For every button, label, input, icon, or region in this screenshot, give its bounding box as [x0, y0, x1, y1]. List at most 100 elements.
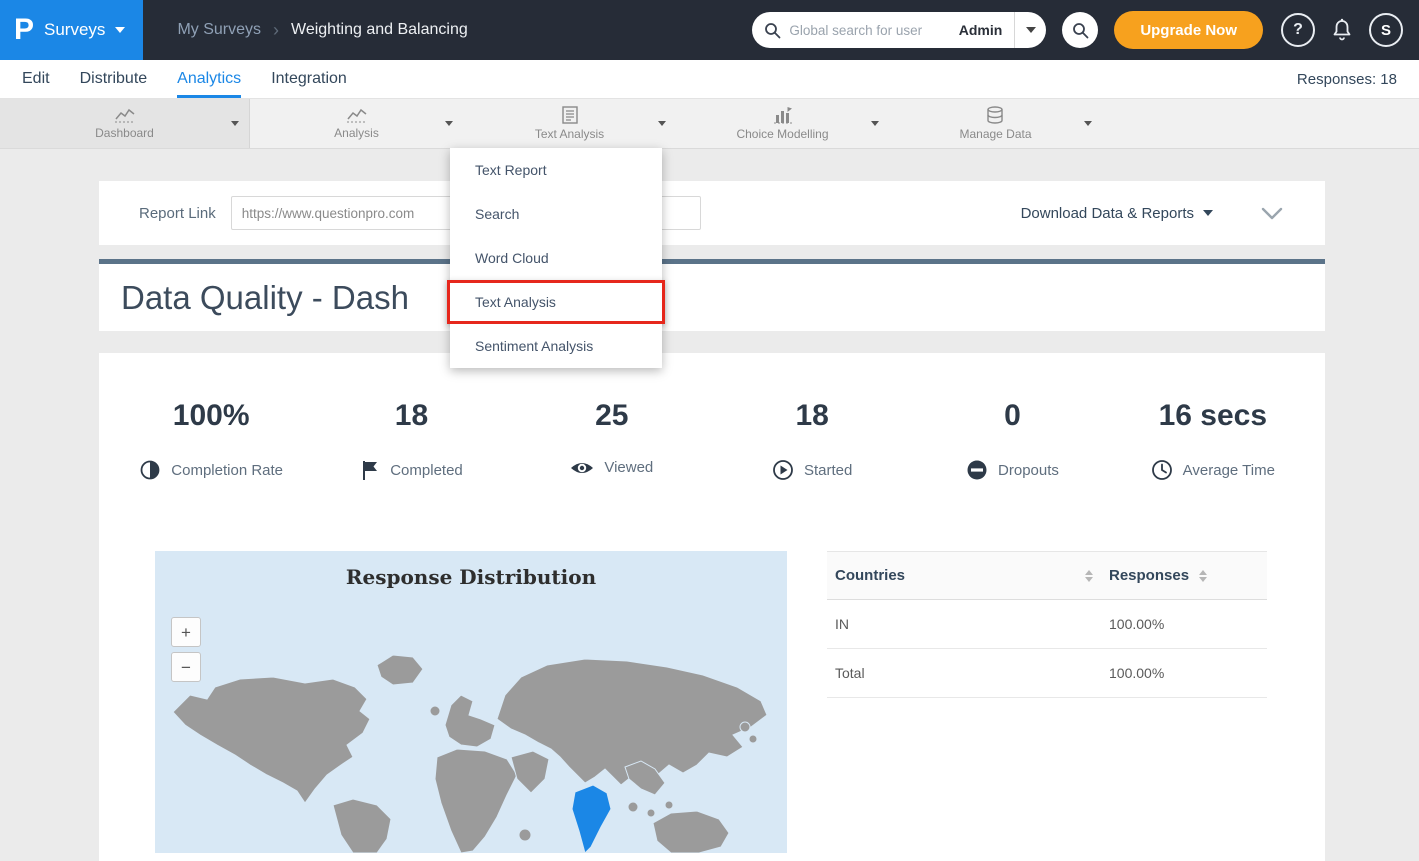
global-search-group: Admin — [752, 12, 1046, 48]
page-title-card: Data Quality - Dash — [99, 259, 1325, 331]
stat-average-time: 16 secs Average Time — [1113, 399, 1313, 481]
toolbar-item-label: Analysis — [334, 126, 379, 140]
toolbar-item-analysis[interactable]: Analysis — [250, 99, 463, 148]
menu-item-word-cloud[interactable]: Word Cloud — [450, 236, 662, 280]
search-submit-button[interactable] — [1062, 12, 1098, 48]
database-icon — [986, 106, 1004, 124]
toolbar-item-choice-modelling[interactable]: Choice Modelling — [676, 99, 889, 148]
toolbar-item-dashboard[interactable]: Dashboard — [0, 99, 250, 148]
surveys-product-menu[interactable]: P Surveys — [0, 0, 143, 60]
stat-label: Dropouts — [998, 462, 1059, 479]
chevron-down-icon[interactable] — [871, 121, 879, 126]
zoom-in-button[interactable]: + — [171, 617, 201, 647]
toolbar-item-label: Dashboard — [95, 126, 154, 140]
country-cell: Total — [835, 665, 1109, 681]
analytics-toolbar: Dashboard Analysis Text Analysis Choice … — [0, 99, 1419, 149]
breadcrumb: My Surveys › Weighting and Balancing — [177, 20, 467, 41]
clock-icon — [1151, 459, 1173, 481]
flag-icon — [360, 459, 380, 481]
toolbar-item-label: Manage Data — [959, 127, 1031, 141]
stat-completed: 18 Completed — [311, 399, 511, 481]
main-content: Report Link Download Data & Reports Data… — [99, 181, 1325, 861]
toolbar-item-text-analysis[interactable]: Text Analysis — [463, 99, 676, 148]
tab-edit[interactable]: Edit — [22, 60, 50, 98]
download-data-reports-button[interactable]: Download Data & Reports — [1021, 205, 1213, 222]
toolbar-item-label: Text Analysis — [535, 127, 604, 141]
gauge-icon — [139, 459, 161, 481]
stat-value: 25 — [512, 399, 712, 433]
notifications-button[interactable] — [1331, 18, 1353, 42]
avatar[interactable]: S — [1369, 13, 1403, 47]
document-icon — [562, 106, 578, 124]
breadcrumb-my-surveys[interactable]: My Surveys — [177, 21, 261, 39]
chevron-down-icon[interactable] — [658, 121, 666, 126]
chevron-down-icon — [1259, 204, 1285, 222]
stat-value: 18 — [311, 399, 511, 433]
table-row: Total 100.00% — [827, 649, 1267, 698]
stat-value: 100% — [111, 399, 311, 433]
minus-circle-icon — [966, 459, 988, 481]
play-icon — [772, 459, 794, 481]
chevron-down-icon[interactable] — [445, 121, 453, 126]
toolbar-item-manage-data[interactable]: Manage Data — [889, 99, 1102, 148]
bar-chart-icon — [773, 106, 793, 124]
table-row: IN 100.00% — [827, 600, 1267, 649]
stat-value: 18 — [712, 399, 912, 433]
menu-item-text-report[interactable]: Text Report — [450, 148, 662, 192]
search-icon — [1072, 22, 1089, 39]
stat-label: Average Time — [1183, 462, 1275, 479]
search-scope-selector[interactable]: Admin — [959, 22, 1003, 38]
help-button[interactable]: ? — [1281, 13, 1315, 47]
search-scope-dropdown-button[interactable] — [1014, 12, 1046, 48]
chevron-down-icon — [1026, 27, 1036, 33]
responses-header-label: Responses — [1109, 567, 1189, 584]
chevron-down-icon[interactable] — [231, 121, 239, 126]
tab-integration[interactable]: Integration — [271, 60, 347, 98]
stat-completion-rate: 100% Completion Rate — [111, 399, 311, 481]
stat-label: Started — [804, 462, 852, 479]
zoom-out-button[interactable]: − — [171, 652, 201, 682]
page-title: Data Quality - Dash — [121, 279, 409, 317]
toolbar-item-label: Choice Modelling — [736, 127, 828, 141]
chevron-down-icon — [115, 27, 125, 33]
sort-icon[interactable] — [1085, 570, 1093, 582]
countries-table: Countries Responses IN 100.00% Total 100… — [827, 551, 1267, 853]
stat-value: 0 — [912, 399, 1112, 433]
breadcrumb-separator-icon: › — [273, 20, 279, 41]
line-chart-icon — [346, 107, 368, 123]
distribution-section: Response Distribution + − — [99, 551, 1325, 853]
global-search-input[interactable] — [789, 23, 950, 38]
tab-distribute[interactable]: Distribute — [80, 60, 148, 98]
sort-icon[interactable] — [1199, 570, 1207, 582]
country-cell: IN — [835, 616, 1109, 632]
text-analysis-menu: Text Report Search Word Cloud Text Analy… — [450, 148, 662, 368]
responses-count: Responses: 18 — [1297, 60, 1397, 98]
menu-item-text-analysis[interactable]: Text Analysis — [447, 280, 665, 324]
response-distribution-map: Response Distribution + − — [155, 551, 787, 853]
tab-analytics[interactable]: Analytics — [177, 60, 241, 98]
line-chart-icon — [114, 107, 136, 123]
dashboard-card: 100% Completion Rate 18 Completed 25 Vie… — [99, 353, 1325, 861]
country-india[interactable] — [572, 785, 611, 853]
countries-table-header: Countries Responses — [827, 551, 1267, 600]
map-zoom-controls: + − — [171, 617, 201, 682]
world-map[interactable] — [155, 607, 787, 853]
menu-item-sentiment-analysis[interactable]: Sentiment Analysis — [450, 324, 662, 368]
chevron-down-icon[interactable] — [1084, 121, 1092, 126]
breadcrumb-current-survey: Weighting and Balancing — [291, 21, 468, 39]
map-title: Response Distribution — [155, 565, 787, 589]
upgrade-now-button[interactable]: Upgrade Now — [1114, 11, 1263, 49]
report-link-label: Report Link — [139, 205, 216, 222]
menu-item-search[interactable]: Search — [450, 192, 662, 236]
chevron-down-icon — [1203, 210, 1213, 216]
global-search-box[interactable]: Admin — [752, 12, 1014, 48]
stat-label: Completed — [390, 462, 463, 479]
stat-viewed: 25 Viewed — [512, 399, 712, 481]
questionpro-logo: P — [14, 15, 34, 45]
responses-cell: 100.00% — [1109, 616, 1259, 632]
collapse-section-button[interactable] — [1259, 204, 1285, 222]
report-link-card: Report Link Download Data & Reports — [99, 181, 1325, 245]
stat-started: 18 Started — [712, 399, 912, 481]
stat-value: 16 secs — [1113, 399, 1313, 433]
top-bar: P Surveys My Surveys › Weighting and Bal… — [0, 0, 1419, 60]
